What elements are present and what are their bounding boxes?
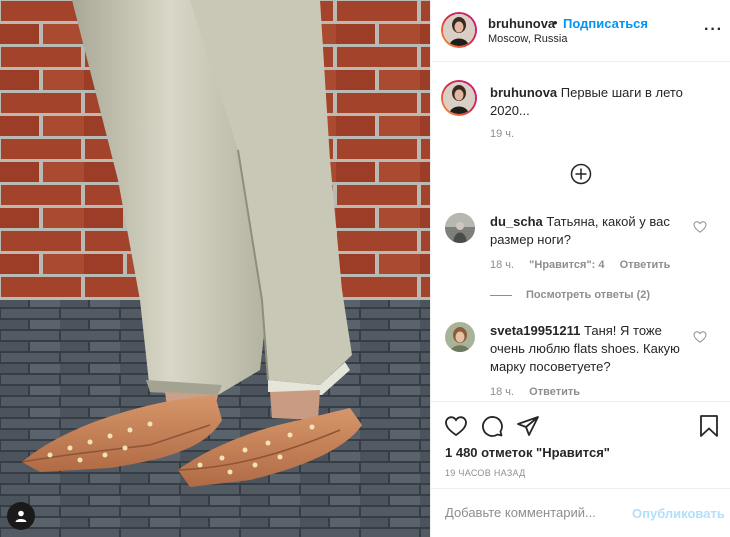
location-link[interactable]: Moscow, Russia <box>488 33 567 45</box>
publish-button[interactable]: Опубликовать <box>632 506 725 521</box>
post-time[interactable]: 19 ЧАСОВ НАЗАД <box>445 468 526 478</box>
caption-time: 19 ч. <box>490 128 515 140</box>
author-avatar[interactable] <box>441 12 477 48</box>
comment-username[interactable]: sveta19951211 <box>490 323 580 338</box>
comment-meta: 18 ч. Ответить <box>490 386 592 398</box>
caption-username[interactable]: bruhunova <box>490 85 557 100</box>
comment-meta: 18 ч. "Нравится": 4 Ответить <box>490 259 682 271</box>
likes-count[interactable]: 1 480 отметок "Нравится" <box>445 445 610 460</box>
replies-line <box>490 294 512 296</box>
comment-icon[interactable] <box>480 414 504 438</box>
commenter-avatar[interactable] <box>445 322 475 352</box>
heart-icon[interactable] <box>444 414 468 438</box>
post-header: bruhunova • Подписаться Moscow, Russia ·… <box>431 0 730 62</box>
follow-button[interactable]: Подписаться <box>563 16 648 31</box>
more-icon[interactable]: ··· <box>704 21 723 39</box>
author-username[interactable]: bruhunova <box>488 16 555 31</box>
share-icon[interactable] <box>516 414 540 438</box>
post-photo[interactable] <box>0 0 430 537</box>
caption: bruhunova Первые шаги в лето 2020... <box>490 84 690 120</box>
comment-time[interactable]: 18 ч. <box>490 386 514 398</box>
bookmark-icon[interactable] <box>697 414 721 438</box>
load-more-comments-button[interactable] <box>570 163 592 185</box>
view-replies-button[interactable]: Посмотреть ответы (2) <box>490 289 650 301</box>
comment-time[interactable]: 18 ч. <box>490 259 514 271</box>
post-side-panel: bruhunova • Подписаться Moscow, Russia ·… <box>430 0 730 537</box>
comment-like-icon[interactable] <box>693 220 707 234</box>
post-image <box>0 0 430 537</box>
reply-button[interactable]: Ответить <box>529 386 580 398</box>
comment-likes-count[interactable]: "Нравится": 4 <box>529 259 604 271</box>
comment-1: du_scha Татьяна, какой у вас размер ноги… <box>490 213 690 249</box>
view-replies-label: Посмотреть ответы (2) <box>526 289 651 301</box>
user-tag-icon <box>15 510 27 522</box>
caption-avatar[interactable] <box>441 80 477 116</box>
comment-like-icon[interactable] <box>693 330 707 344</box>
comment-input[interactable] <box>445 505 625 520</box>
commenter-avatar[interactable] <box>445 213 475 243</box>
comment-form: Опубликовать <box>431 488 730 537</box>
comment-username[interactable]: du_scha <box>490 214 543 229</box>
comment-2: sveta19951211 Таня! Я тоже очень люблю f… <box>490 322 690 376</box>
user-tags-button[interactable] <box>7 502 35 530</box>
post-actions: 1 480 отметок "Нравится" 19 ЧАСОВ НАЗАД … <box>431 401 730 537</box>
plus-circle-icon <box>570 163 592 185</box>
reply-button[interactable]: Ответить <box>620 259 671 271</box>
separator-dot: • <box>553 15 558 30</box>
